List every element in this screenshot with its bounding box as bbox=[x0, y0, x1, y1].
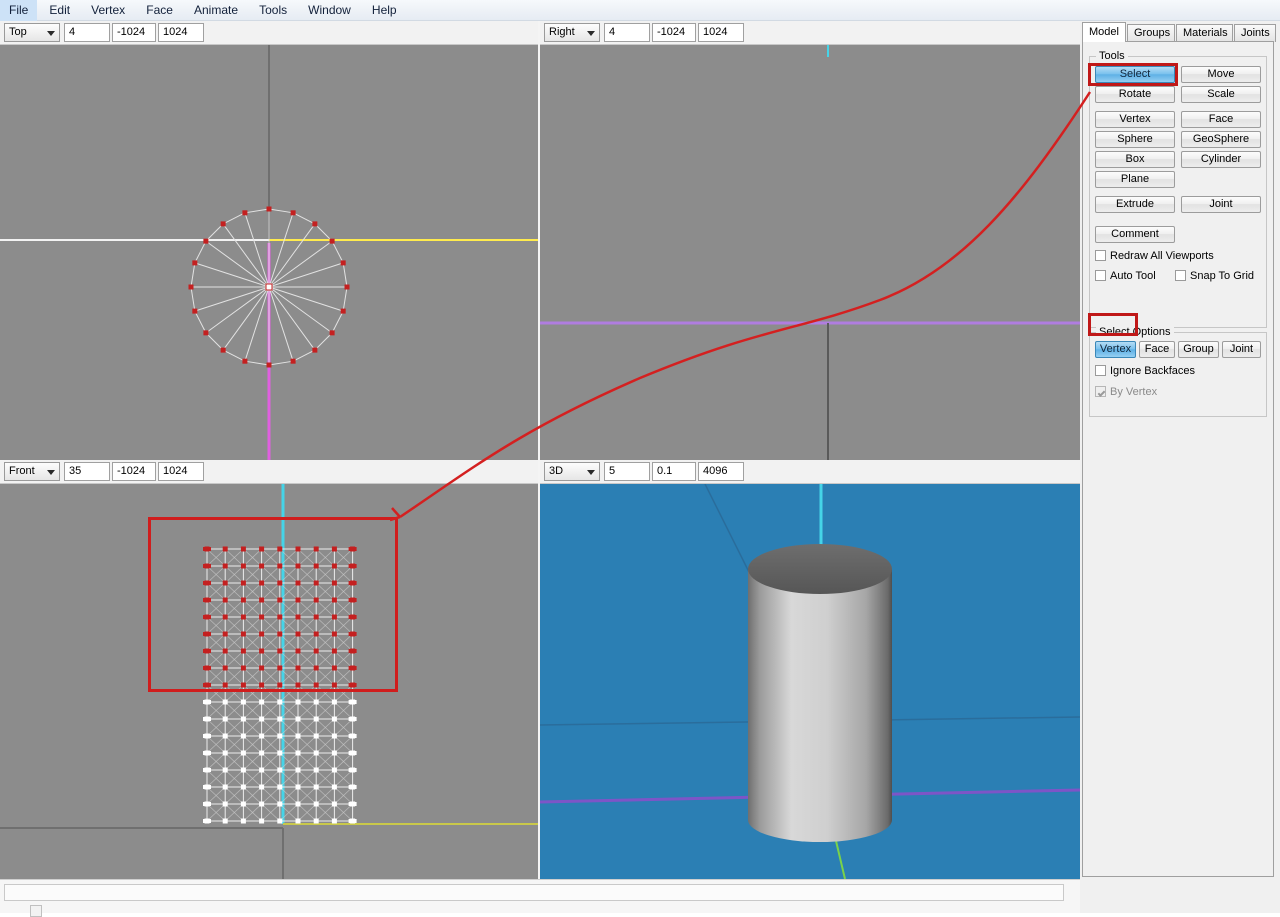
panel-tabstrip: Model Groups Materials Joints bbox=[1080, 21, 1280, 42]
selection-marquee bbox=[148, 517, 398, 692]
viewport-top-canvas bbox=[0, 45, 538, 460]
menu-bar: File Edit Vertex Face Animate Tools Wind… bbox=[0, 0, 1280, 21]
panel-body-model: Tools Select Move Rotate Scale Vertex Fa… bbox=[1082, 41, 1274, 877]
viewport-right[interactable] bbox=[540, 45, 1080, 460]
menu-vertex[interactable]: Vertex bbox=[82, 0, 134, 21]
menu-help[interactable]: Help bbox=[363, 0, 406, 21]
viewport-right-field-2[interactable]: -1024 bbox=[652, 23, 696, 42]
viewport-header-right: Right 4 -1024 1024 bbox=[540, 21, 1080, 45]
menu-window[interactable]: Window bbox=[299, 0, 360, 21]
checkbox-box bbox=[1095, 386, 1106, 397]
checkbox-box bbox=[1095, 365, 1106, 376]
viewport-right-view-select[interactable]: Right bbox=[544, 23, 600, 42]
chevron-down-icon bbox=[587, 470, 595, 475]
tool-rotate-button[interactable]: Rotate bbox=[1095, 86, 1175, 103]
viewport-top-view-select[interactable]: Top bbox=[4, 23, 60, 42]
checkbox-ignore-backfaces[interactable]: Ignore Backfaces bbox=[1095, 365, 1195, 378]
checkbox-label: By Vertex bbox=[1110, 386, 1158, 398]
checkbox-box bbox=[1095, 270, 1106, 281]
viewport-splitter-vertical[interactable] bbox=[538, 21, 540, 879]
viewport-front-field-3[interactable]: 1024 bbox=[158, 462, 204, 481]
tool-comment-button[interactable]: Comment bbox=[1095, 226, 1175, 243]
tool-scale-button[interactable]: Scale bbox=[1181, 86, 1261, 103]
checkbox-label: Redraw All Viewports bbox=[1110, 250, 1214, 262]
viewport-right-canvas bbox=[540, 45, 1080, 460]
viewport-3d-view-select[interactable]: 3D bbox=[544, 462, 600, 481]
viewport-top[interactable] bbox=[0, 45, 538, 460]
tab-materials[interactable]: Materials bbox=[1176, 24, 1233, 42]
viewport-3d-canvas bbox=[540, 484, 1080, 879]
tool-sphere-button[interactable]: Sphere bbox=[1095, 131, 1175, 148]
menu-face[interactable]: Face bbox=[137, 0, 182, 21]
viewport-top-view-label: Top bbox=[9, 26, 27, 38]
viewport-right-field-1[interactable]: 4 bbox=[604, 23, 650, 42]
tool-geosphere-button[interactable]: GeoSphere bbox=[1181, 131, 1261, 148]
checkbox-label: Ignore Backfaces bbox=[1110, 365, 1195, 377]
tool-joint-button[interactable]: Joint bbox=[1181, 196, 1261, 213]
tool-extrude-button[interactable]: Extrude bbox=[1095, 196, 1175, 213]
checkbox-auto-tool[interactable]: Auto Tool bbox=[1095, 270, 1156, 283]
chevron-down-icon bbox=[47, 470, 55, 475]
viewport-right-view-label: Right bbox=[549, 26, 575, 38]
viewport-front[interactable] bbox=[0, 484, 538, 879]
tab-groups[interactable]: Groups bbox=[1127, 24, 1175, 42]
checkbox-label: Snap To Grid bbox=[1190, 270, 1255, 282]
tool-plane-button[interactable]: Plane bbox=[1095, 171, 1175, 188]
tab-model[interactable]: Model bbox=[1082, 22, 1126, 42]
select-options-group-label: Select Options bbox=[1096, 326, 1174, 338]
milkshape-window: File Edit Vertex Face Animate Tools Wind… bbox=[0, 0, 1280, 917]
checkbox-redraw-all-viewports[interactable]: Redraw All Viewports bbox=[1095, 250, 1214, 263]
chevron-down-icon bbox=[47, 31, 55, 36]
viewport-header-top: Top 4 -1024 1024 bbox=[0, 21, 538, 45]
viewport-front-field-1[interactable]: 35 bbox=[64, 462, 110, 481]
viewport-top-field-1[interactable]: 4 bbox=[64, 23, 110, 42]
menu-tools[interactable]: Tools bbox=[250, 0, 296, 21]
animation-toolbar bbox=[1080, 879, 1280, 913]
status-indicator bbox=[30, 905, 42, 917]
tool-vertex-button[interactable]: Vertex bbox=[1095, 111, 1175, 128]
select-option-face-button[interactable]: Face bbox=[1139, 341, 1175, 358]
viewport-top-field-2[interactable]: -1024 bbox=[112, 23, 156, 42]
viewport-header-front: Front 35 -1024 1024 bbox=[0, 460, 538, 484]
viewport-header-perspective: 3D 5 0.1 4096 bbox=[540, 460, 1080, 484]
tool-cylinder-button[interactable]: Cylinder bbox=[1181, 151, 1261, 168]
tool-move-button[interactable]: Move bbox=[1181, 66, 1261, 83]
viewport-perspective[interactable]: Maman Gateau pour Urbania-Sims bbox=[540, 484, 1080, 879]
viewport-3d-view-label: 3D bbox=[549, 465, 564, 477]
menu-edit[interactable]: Edit bbox=[40, 0, 79, 21]
chevron-down-icon bbox=[587, 31, 595, 36]
viewport-3d-field-3[interactable]: 4096 bbox=[698, 462, 744, 481]
status-message bbox=[4, 884, 1064, 901]
viewport-top-field-3[interactable]: 1024 bbox=[158, 23, 204, 42]
viewport-3d-field-2[interactable]: 0.1 bbox=[652, 462, 696, 481]
tool-select-button[interactable]: Select bbox=[1095, 66, 1175, 83]
checkbox-box bbox=[1095, 250, 1106, 261]
tool-box-button[interactable]: Box bbox=[1095, 151, 1175, 168]
tool-face-button[interactable]: Face bbox=[1181, 111, 1261, 128]
select-option-group-button[interactable]: Group bbox=[1178, 341, 1219, 358]
tab-joints[interactable]: Joints bbox=[1234, 24, 1276, 42]
viewport-right-field-3[interactable]: 1024 bbox=[698, 23, 744, 42]
menu-file[interactable]: File bbox=[0, 0, 38, 21]
right-panel: Model Groups Materials Joints Tools Sele… bbox=[1080, 21, 1280, 879]
checkbox-box bbox=[1175, 270, 1186, 281]
viewport-front-view-select[interactable]: Front bbox=[4, 462, 60, 481]
checkbox-label: Auto Tool bbox=[1110, 270, 1156, 282]
select-option-vertex-button[interactable]: Vertex bbox=[1095, 341, 1136, 358]
viewport-3d-field-1[interactable]: 5 bbox=[604, 462, 650, 481]
tools-group-label: Tools bbox=[1096, 50, 1128, 62]
status-bar bbox=[0, 879, 1080, 917]
checkbox-snap-to-grid[interactable]: Snap To Grid bbox=[1175, 270, 1254, 283]
menu-animate[interactable]: Animate bbox=[185, 0, 247, 21]
checkbox-by-vertex: By Vertex bbox=[1095, 386, 1157, 399]
viewport-front-field-2[interactable]: -1024 bbox=[112, 462, 156, 481]
viewport-front-view-label: Front bbox=[9, 465, 35, 477]
select-option-joint-button[interactable]: Joint bbox=[1222, 341, 1261, 358]
